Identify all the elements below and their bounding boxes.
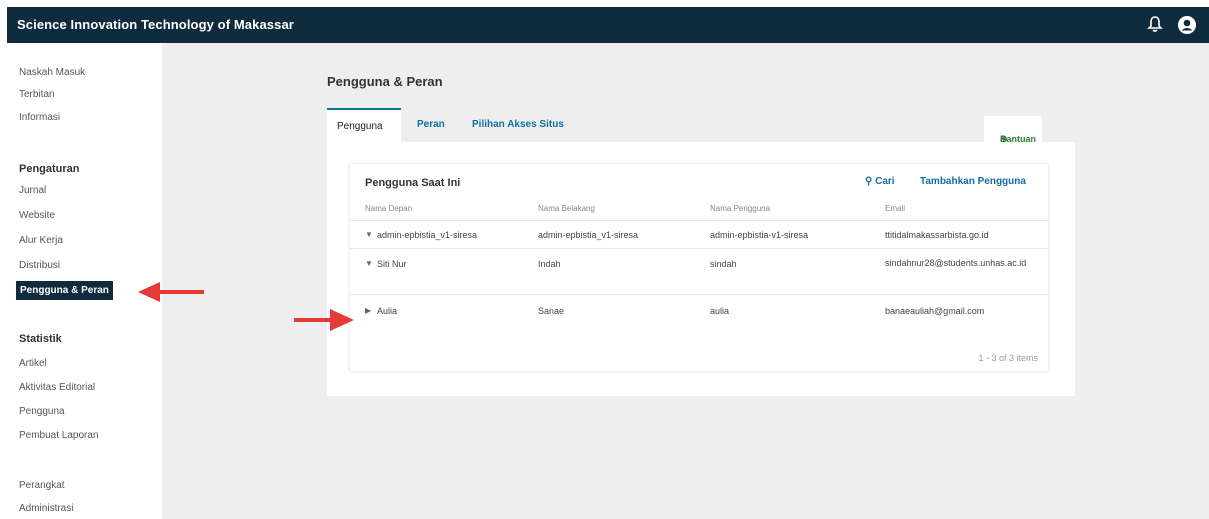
grid-title: Pengguna Saat Ini [365, 177, 461, 189]
cell-first-name: admin-epbistia_v1-siresa [377, 230, 478, 240]
cell-username: admin-epbistia-v1-siresa [710, 230, 809, 240]
table-row[interactable]: ▼ Siti Nur Indah sindah sindahnur28@stud… [350, 248, 1048, 295]
cell-last-name: Sanae [538, 306, 565, 316]
expand-icon[interactable]: ▼ [365, 230, 373, 239]
sidebar-item-naskah-masuk[interactable]: Naskah Masuk [19, 67, 85, 78]
cell-username: aulia [710, 306, 730, 316]
user-circle-icon[interactable] [1177, 15, 1197, 35]
annotation-arrow-left-icon [138, 282, 204, 302]
sidebar-item-website[interactable]: Website [19, 210, 55, 221]
sidebar-item-aktivitas-editorial[interactable]: Aktivitas Editorial [19, 382, 95, 393]
tab-peran[interactable]: Peran [407, 108, 457, 142]
cell-first-name: Aulia [377, 306, 398, 316]
expand-icon[interactable]: ▼ [365, 259, 373, 268]
cell-email: banaeauliah@gmail.com [885, 306, 985, 316]
cell-first-name: Siti Nur [377, 259, 407, 269]
annotation-arrow-right-icon [294, 309, 354, 331]
column-header-last-name: Nama Belakang [538, 204, 595, 213]
tab-label: Peran [417, 119, 445, 130]
site-title[interactable]: Science Innovation Technology of Makassa… [17, 17, 294, 32]
cell-last-name: Indah [538, 259, 561, 269]
tab-panel: Pengguna Saat Ini ⚲ Cari Tambahkan Pengg… [327, 142, 1075, 396]
sidebar-heading-pengaturan: Pengaturan [19, 163, 80, 175]
search-icon: ⚲ [865, 176, 873, 187]
sidebar-heading-statistik: Statistik [19, 333, 62, 345]
sidebar-item-distribusi[interactable]: Distribusi [19, 260, 60, 271]
table-row[interactable]: ▶ Aulia Sanae aulia banaeauliah@gmail.co… [350, 294, 1048, 327]
sidebar-item-artikel[interactable]: Artikel [19, 358, 47, 369]
search-label: Cari [875, 176, 895, 187]
sidebar-item-pengguna[interactable]: Pengguna [19, 406, 65, 417]
top-bar: Science Innovation Technology of Makassa… [7, 7, 1209, 43]
page-title: Pengguna & Peran [327, 74, 443, 89]
table-row[interactable]: ▼ admin-epbistia_v1-siresa admin-epbisti… [350, 220, 1048, 249]
tab-label: Pengguna [337, 121, 383, 132]
add-user-button[interactable]: Tambahkan Pengguna [920, 176, 1026, 187]
help-button[interactable]: ⊕ Bantuan [984, 116, 1042, 144]
tab-pilihan-akses-situs[interactable]: Pilihan Akses Situs [462, 108, 572, 142]
tab-pengguna[interactable]: Pengguna [327, 108, 401, 144]
expand-icon[interactable]: ▶ [365, 306, 371, 315]
main-content: Pengguna & Peran Pengguna Peran Pilihan … [162, 43, 1209, 519]
column-header-first-name: Nama Depan [365, 204, 413, 213]
bell-icon[interactable] [1147, 15, 1165, 35]
tab-label: Pilihan Akses Situs [472, 119, 564, 130]
cell-email: sindahnur28@students.unhas.ac.id [885, 258, 1027, 268]
cell-last-name: admin-epbistia_v1-siresa [538, 230, 639, 240]
column-header-username: Nama Pengguna [710, 204, 771, 213]
sidebar-item-perangkat[interactable]: Perangkat [19, 480, 65, 491]
cell-email: ttitidalmakassarbista.go.id [885, 230, 989, 240]
column-header-email: Email [885, 204, 906, 213]
sidebar-item-informasi[interactable]: Informasi [19, 112, 60, 123]
cell-username: sindah [710, 259, 737, 269]
sidebar-item-alur-kerja[interactable]: Alur Kerja [19, 235, 63, 246]
search-button[interactable]: ⚲ Cari [865, 176, 895, 187]
sidebar-item-jurnal[interactable]: Jurnal [19, 185, 46, 196]
sidebar-item-pembuat-laporan[interactable]: Pembuat Laporan [19, 430, 99, 441]
pagination-status: 1 - 3 of 3 items [978, 353, 1038, 363]
sidebar-item-terbitan[interactable]: Terbitan [19, 89, 55, 100]
users-grid: Pengguna Saat Ini ⚲ Cari Tambahkan Pengg… [350, 164, 1048, 371]
sidebar-item-administrasi[interactable]: Administrasi [19, 503, 73, 514]
sidebar-item-pengguna-peran[interactable]: Pengguna & Peran [16, 281, 113, 300]
